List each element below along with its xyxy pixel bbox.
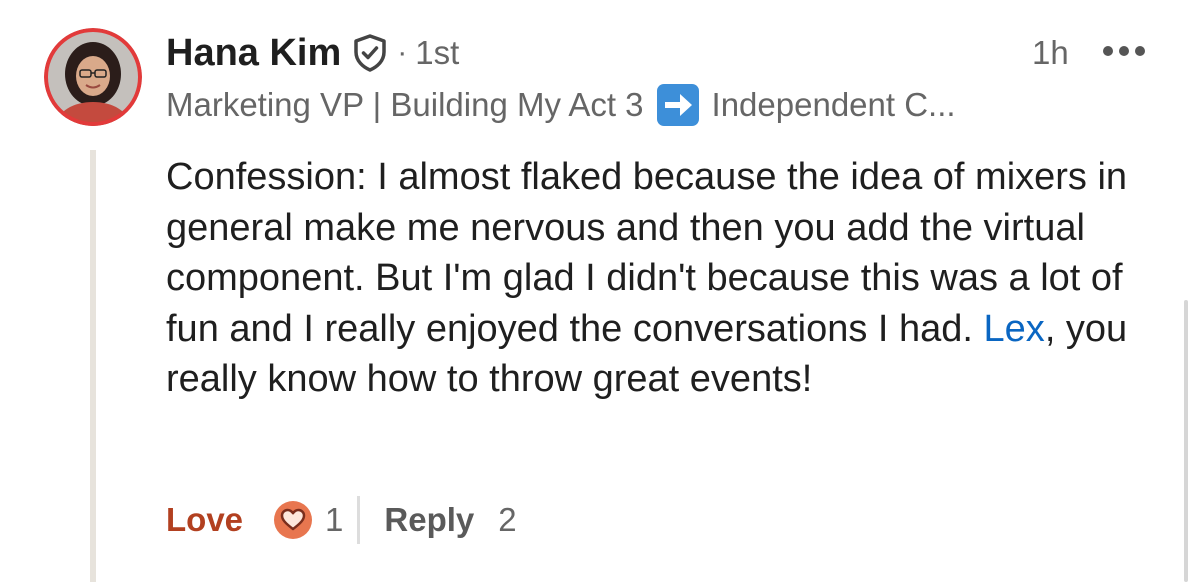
reply-button[interactable]: Reply: [384, 501, 474, 539]
avatar[interactable]: [44, 28, 142, 126]
comment-body: Confession: I almost flaked because the …: [166, 152, 1151, 405]
comment-time: 1h: [1032, 34, 1069, 71]
heart-reaction-icon[interactable]: [273, 500, 313, 540]
connection-degree: 1st: [415, 34, 460, 71]
more-horizontal-icon[interactable]: [1100, 42, 1148, 60]
headline-end: Independent C...: [711, 86, 956, 123]
shield-check-icon: [353, 34, 387, 72]
thread-line: [90, 150, 96, 582]
scrollbar[interactable]: [1184, 300, 1188, 582]
reaction-count[interactable]: 1: [325, 501, 343, 539]
headline-start: Marketing VP | Building My Act 3: [166, 86, 644, 123]
love-reaction-button[interactable]: Love: [166, 501, 243, 539]
reply-count[interactable]: 2: [498, 501, 516, 539]
right-arrow-emoji: [656, 83, 700, 127]
author-name[interactable]: Hana Kim: [166, 32, 341, 75]
author-headline: Marketing VP | Building My Act 3 Indepen…: [166, 82, 1076, 128]
mention-link[interactable]: Lex: [984, 308, 1045, 350]
comment-actions: Love 1 Reply 2: [166, 494, 517, 546]
action-divider: [357, 496, 361, 544]
author-row: Hana Kim · 1st: [166, 30, 459, 76]
separator-dot: ·: [397, 36, 408, 69]
